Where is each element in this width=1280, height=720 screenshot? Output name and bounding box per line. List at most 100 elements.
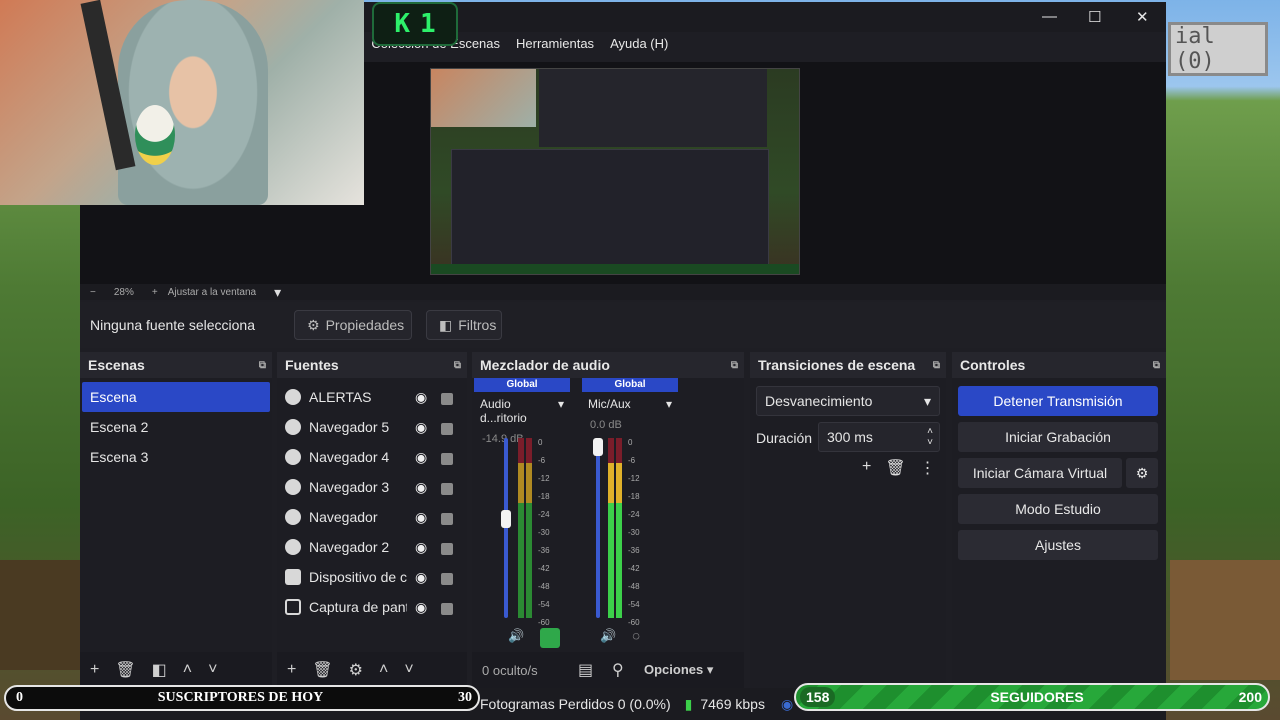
channel-name[interactable]: Audio d...ritorio ▾ (474, 397, 570, 425)
source-item[interactable]: Navegador 3 ◉ (277, 472, 467, 502)
more-icon[interactable]: ⋮ (920, 458, 936, 478)
chevron-down-icon[interactable]: ˅ (404, 661, 413, 679)
virtual-camera-button[interactable]: Iniciar Cámara Virtual (958, 458, 1122, 488)
filters-button[interactable]: ◧ Filtros (426, 310, 502, 340)
menu-item-help[interactable]: Ayuda (H) (610, 36, 668, 51)
channel-name[interactable]: Mic/Aux ▾ (582, 397, 678, 411)
chevron-up-icon[interactable]: ˄ (183, 661, 192, 679)
hidden-count[interactable]: 0 oculto/s (482, 663, 578, 678)
subscribers-overlay: 0 SUSCRIPTORES DE HOY 30 (4, 685, 480, 711)
eye-icon[interactable]: ◉ (415, 449, 427, 466)
volume-knob[interactable] (593, 438, 603, 456)
eye-icon[interactable]: ◉ (415, 389, 427, 406)
trash-icon[interactable]: 🗑 (312, 660, 332, 680)
stream-indicator-icon: ◉ (780, 695, 794, 712)
scale-tick: -24 (538, 510, 550, 519)
undock-icon[interactable]: ⧉ (933, 360, 940, 371)
scale-tick: 0 (538, 438, 543, 447)
scale-tick: -30 (538, 528, 550, 537)
trash-icon[interactable]: 🗑 (885, 458, 905, 478)
source-label: ALERTAS (309, 389, 372, 405)
scale-tick: -48 (538, 582, 550, 591)
minimize-button[interactable]: — (1042, 8, 1057, 25)
scene-item[interactable]: Escena 3 (82, 442, 270, 472)
start-recording-button[interactable]: Iniciar Grabación (958, 422, 1158, 452)
link-icon[interactable]: ⚲ (612, 660, 644, 680)
studio-mode-button[interactable]: Modo Estudio (958, 494, 1158, 524)
scene-item[interactable]: Escena 2 (82, 412, 270, 442)
speaker-icon[interactable]: 🔊 (600, 628, 616, 644)
virtual-camera-settings-button[interactable]: ⚙ (1126, 458, 1158, 488)
channel-tag: Global (474, 378, 570, 392)
maximize-button[interactable]: ☐ (1088, 8, 1101, 26)
undock-icon[interactable]: ⧉ (259, 360, 266, 371)
dirt-block (0, 560, 80, 670)
volume-slider[interactable] (504, 438, 508, 618)
chevron-down-icon: ▾ (706, 662, 714, 677)
volume-slider[interactable] (596, 438, 600, 618)
preview-nested-obs (539, 69, 767, 147)
undock-icon[interactable]: ⧉ (454, 360, 461, 371)
gear-icon[interactable]: ⚙ (349, 660, 363, 680)
eye-icon[interactable]: ◉ (415, 419, 427, 436)
volume-knob[interactable] (501, 510, 511, 528)
transitions-title: Transiciones de escena (758, 357, 916, 373)
source-label: Navegador 4 (309, 449, 390, 465)
scene-item[interactable]: Escena (82, 382, 270, 412)
scale-tick: -18 (628, 492, 640, 501)
options-button[interactable]: Opciones ▾ (644, 662, 713, 678)
chevron-down-icon[interactable]: ˅ (208, 661, 217, 679)
source-item[interactable]: Dispositivo de ca ◉ (277, 562, 467, 592)
chevron-up-icon[interactable]: ˄ (379, 661, 388, 679)
spin-arrows-icon[interactable]: ˄ ˅ (927, 426, 933, 448)
source-item[interactable]: ALERTAS ◉ (277, 382, 467, 412)
eye-icon[interactable]: ◉ (415, 539, 427, 556)
lock-icon[interactable] (441, 603, 453, 615)
monitor-off-icon[interactable]: ◌ (632, 628, 640, 644)
zoom-out-button[interactable]: − (90, 287, 96, 298)
lock-icon[interactable] (441, 483, 453, 495)
undock-icon[interactable]: ⧉ (1153, 360, 1160, 371)
preview-canvas[interactable] (430, 68, 800, 275)
duration-label: Duración (756, 430, 813, 446)
lock-icon[interactable] (441, 543, 453, 555)
controls-dock: Controles ⧉ Detener Transmisión Iniciar … (952, 352, 1166, 688)
globe-icon (285, 509, 301, 525)
list-icon[interactable]: ▤ (578, 660, 612, 680)
zoom-in-button[interactable]: + (152, 287, 158, 298)
source-item[interactable]: Captura de pant ◉ (277, 592, 467, 622)
lock-icon[interactable] (441, 423, 453, 435)
filter-icon[interactable]: ◧ (152, 660, 167, 680)
source-item[interactable]: Navegador 4 ◉ (277, 442, 467, 472)
stop-stream-button[interactable]: Detener Transmisión (958, 386, 1158, 416)
source-item[interactable]: Navegador 5 ◉ (277, 412, 467, 442)
fit-dropdown-icon[interactable]: ▾ (274, 284, 281, 301)
undock-icon[interactable]: ⧉ (731, 360, 738, 371)
duration-spinbox[interactable]: 300 ms ˄ ˅ (818, 422, 940, 452)
transition-select[interactable]: Desvanecimiento ▾ (756, 386, 940, 416)
person-hood (118, 0, 268, 205)
settings-button[interactable]: Ajustes (958, 530, 1158, 560)
speaker-icon[interactable]: 🔊 (508, 628, 524, 648)
trash-icon[interactable]: 🗑 (115, 660, 135, 680)
monitor-active-icon[interactable] (540, 628, 561, 648)
add-icon[interactable]: + (862, 458, 871, 478)
eye-icon[interactable]: ◉ (415, 569, 427, 586)
source-item[interactable]: Navegador 2 ◉ (277, 532, 467, 562)
lock-icon[interactable] (441, 393, 453, 405)
lock-icon[interactable] (441, 573, 453, 585)
add-icon[interactable]: + (90, 661, 99, 679)
lock-icon[interactable] (441, 513, 453, 525)
eye-icon[interactable]: ◉ (415, 599, 427, 616)
dropdown-icon[interactable]: ▾ (558, 397, 564, 425)
lock-icon[interactable] (441, 453, 453, 465)
add-icon[interactable]: + (287, 661, 296, 679)
eye-icon[interactable]: ◉ (415, 509, 427, 526)
dropdown-icon[interactable]: ▾ (666, 397, 672, 411)
close-button[interactable]: ✕ (1136, 8, 1149, 26)
source-item[interactable]: Navegador ◉ (277, 502, 467, 532)
menu-item-tools[interactable]: Herramientas (516, 36, 594, 51)
eye-icon[interactable]: ◉ (415, 479, 427, 496)
properties-button[interactable]: ⚙ Propiedades (294, 310, 412, 340)
level-meter (616, 438, 622, 618)
